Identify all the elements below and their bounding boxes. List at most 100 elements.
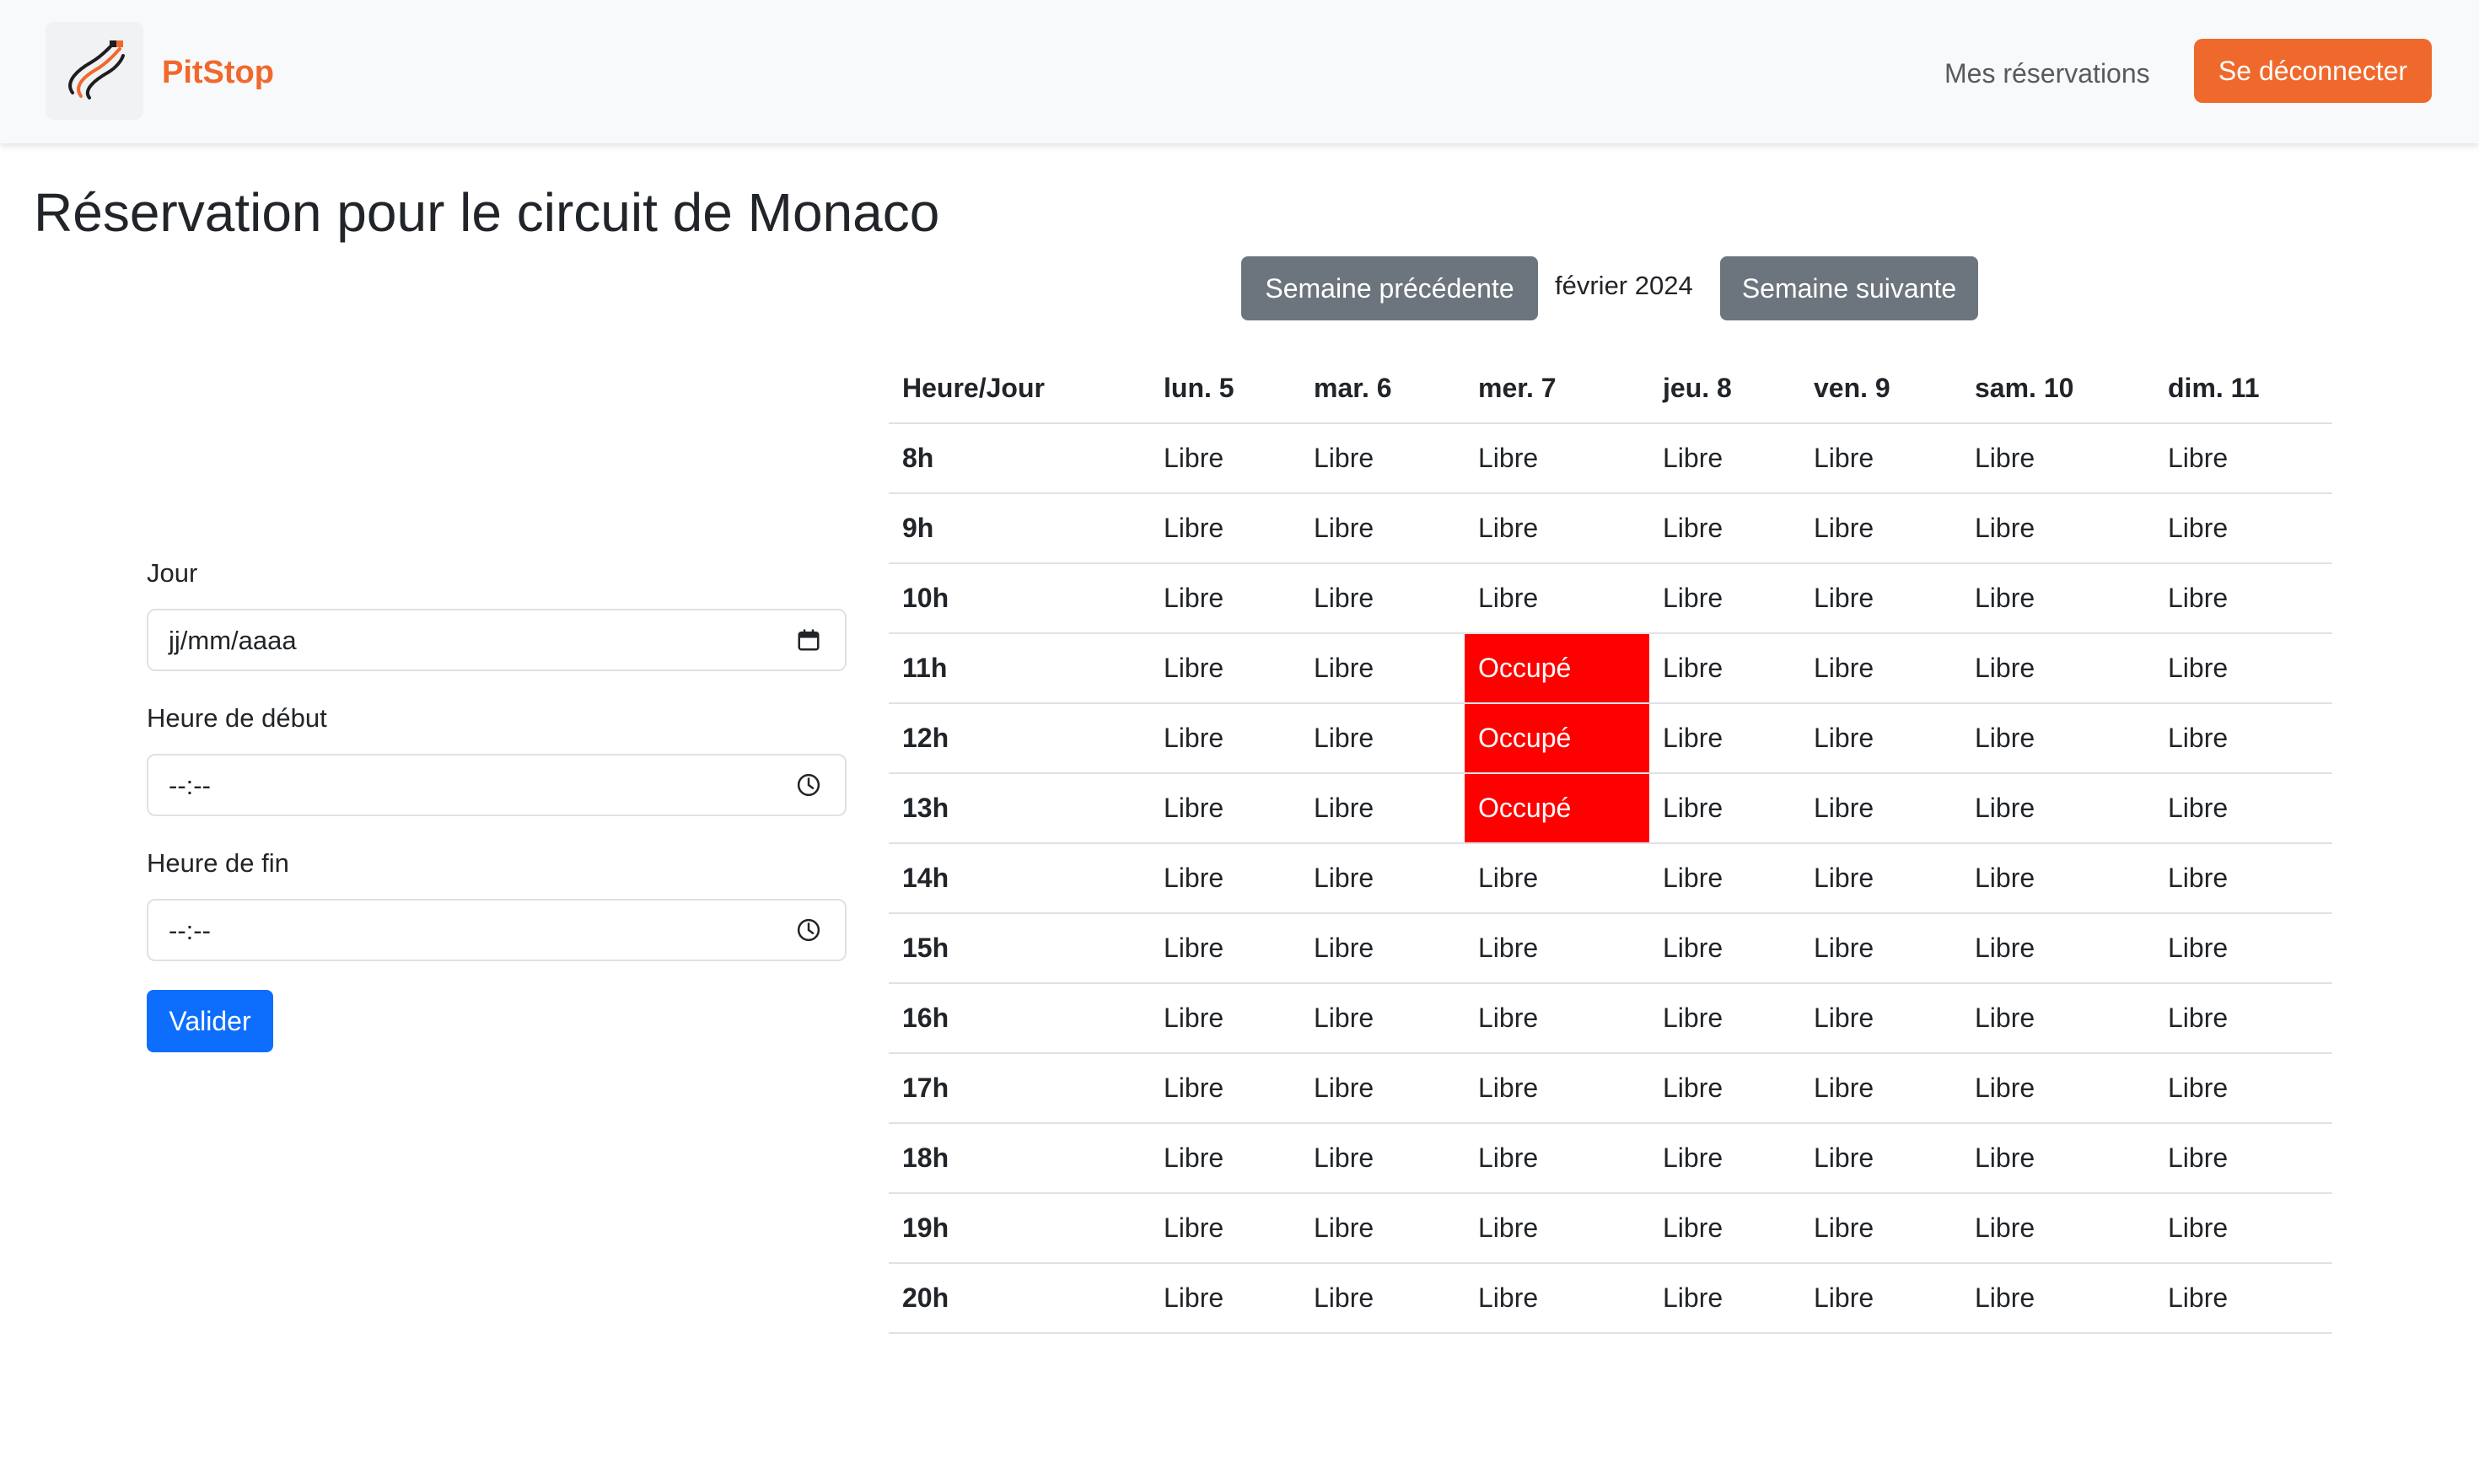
slot-free[interactable]: Libre — [1800, 843, 1961, 914]
slot-free[interactable]: Libre — [1300, 843, 1465, 914]
slot-free[interactable]: Libre — [1465, 563, 1649, 634]
slot-free[interactable]: Libre — [1150, 1123, 1300, 1194]
slot-free[interactable]: Libre — [1150, 493, 1300, 564]
slot-free[interactable]: Libre — [1649, 843, 1800, 914]
day-date-input[interactable]: jj/mm/aaaa — [147, 609, 847, 671]
slot-free[interactable]: Libre — [1465, 1193, 1649, 1264]
slot-free[interactable]: Libre — [1649, 1123, 1800, 1194]
slot-free[interactable]: Libre — [1465, 1053, 1649, 1124]
slot-free[interactable]: Libre — [1465, 843, 1649, 914]
clock-icon[interactable] — [796, 772, 821, 802]
slot-free[interactable]: Libre — [1800, 423, 1961, 494]
slot-free[interactable]: Libre — [1300, 633, 1465, 704]
slot-free[interactable]: Libre — [1649, 493, 1800, 564]
slot-free[interactable]: Libre — [1800, 563, 1961, 634]
slot-free[interactable]: Libre — [2154, 563, 2332, 634]
slot-free[interactable]: Libre — [1300, 1123, 1465, 1194]
slot-free[interactable]: Libre — [1300, 1263, 1465, 1334]
slot-free[interactable]: Libre — [1649, 913, 1800, 984]
slot-free[interactable]: Libre — [1649, 563, 1800, 634]
brand-name[interactable]: PitStop — [162, 52, 274, 93]
slot-free[interactable]: Libre — [1300, 493, 1465, 564]
previous-week-button[interactable]: Semaine précédente — [1241, 256, 1538, 320]
slot-free[interactable]: Libre — [1649, 773, 1800, 844]
slot-free[interactable]: Libre — [1300, 423, 1465, 494]
slot-free[interactable]: Libre — [1150, 983, 1300, 1054]
slot-free[interactable]: Libre — [1961, 1263, 2154, 1334]
slot-free[interactable]: Libre — [1150, 1053, 1300, 1124]
slot-free[interactable]: Libre — [1961, 773, 2154, 844]
slot-free[interactable]: Libre — [1300, 1193, 1465, 1264]
calendar-icon[interactable] — [796, 627, 821, 657]
slot-free[interactable]: Libre — [1961, 423, 2154, 494]
slot-free[interactable]: Libre — [1649, 633, 1800, 704]
slot-free[interactable]: Libre — [1800, 703, 1961, 774]
slot-free[interactable]: Libre — [2154, 773, 2332, 844]
slot-busy[interactable]: Occupé — [1465, 633, 1649, 704]
slot-free[interactable]: Libre — [1961, 983, 2154, 1054]
logout-button[interactable]: Se déconnecter — [2194, 39, 2432, 103]
slot-free[interactable]: Libre — [1300, 703, 1465, 774]
slot-free[interactable]: Libre — [1800, 1053, 1961, 1124]
slot-free[interactable]: Libre — [1300, 563, 1465, 634]
slot-free[interactable]: Libre — [1649, 703, 1800, 774]
slot-free[interactable]: Libre — [1465, 493, 1649, 564]
slot-free[interactable]: Libre — [1800, 633, 1961, 704]
slot-free[interactable]: Libre — [1300, 983, 1465, 1054]
slot-free[interactable]: Libre — [1800, 913, 1961, 984]
slot-free[interactable]: Libre — [2154, 983, 2332, 1054]
slot-free[interactable]: Libre — [1150, 703, 1300, 774]
slot-free[interactable]: Libre — [1800, 1193, 1961, 1264]
slot-free[interactable]: Libre — [1465, 913, 1649, 984]
submit-button[interactable]: Valider — [147, 990, 273, 1052]
slot-free[interactable]: Libre — [1800, 1263, 1961, 1334]
slot-free[interactable]: Libre — [1649, 1263, 1800, 1334]
slot-free[interactable]: Libre — [1150, 1193, 1300, 1264]
slot-free[interactable]: Libre — [1800, 493, 1961, 564]
slot-free[interactable]: Libre — [2154, 1193, 2332, 1264]
slot-free[interactable]: Libre — [1961, 563, 2154, 634]
racing-track-logo-icon[interactable] — [46, 22, 143, 120]
slot-free[interactable]: Libre — [1465, 423, 1649, 494]
clock-icon[interactable] — [796, 917, 821, 947]
slot-free[interactable]: Libre — [2154, 913, 2332, 984]
slot-free[interactable]: Libre — [1961, 913, 2154, 984]
slot-free[interactable]: Libre — [1649, 1053, 1800, 1124]
slot-free[interactable]: Libre — [2154, 843, 2332, 914]
slot-free[interactable]: Libre — [1800, 773, 1961, 844]
slot-free[interactable]: Libre — [1300, 773, 1465, 844]
slot-free[interactable]: Libre — [1961, 1053, 2154, 1124]
slot-free[interactable]: Libre — [1649, 983, 1800, 1054]
next-week-button[interactable]: Semaine suivante — [1720, 256, 1978, 320]
slot-free[interactable]: Libre — [1961, 1123, 2154, 1194]
slot-free[interactable]: Libre — [2154, 423, 2332, 494]
slot-free[interactable]: Libre — [2154, 633, 2332, 704]
slot-free[interactable]: Libre — [1150, 843, 1300, 914]
slot-free[interactable]: Libre — [1961, 703, 2154, 774]
slot-free[interactable]: Libre — [1465, 1123, 1649, 1194]
slot-free[interactable]: Libre — [1150, 773, 1300, 844]
slot-free[interactable]: Libre — [2154, 1263, 2332, 1334]
slot-free[interactable]: Libre — [1800, 1123, 1961, 1194]
slot-free[interactable]: Libre — [2154, 493, 2332, 564]
my-reservations-link[interactable]: Mes réservations — [1944, 56, 2150, 91]
slot-free[interactable]: Libre — [1300, 913, 1465, 984]
slot-free[interactable]: Libre — [1961, 633, 2154, 704]
slot-free[interactable]: Libre — [1961, 843, 2154, 914]
slot-free[interactable]: Libre — [2154, 1123, 2332, 1194]
slot-free[interactable]: Libre — [1150, 563, 1300, 634]
slot-busy[interactable]: Occupé — [1465, 703, 1649, 774]
slot-free[interactable]: Libre — [1649, 1193, 1800, 1264]
slot-free[interactable]: Libre — [1465, 1263, 1649, 1334]
start-time-input[interactable]: --:-- — [147, 754, 847, 816]
slot-free[interactable]: Libre — [1150, 633, 1300, 704]
slot-free[interactable]: Libre — [2154, 703, 2332, 774]
slot-free[interactable]: Libre — [1961, 1193, 2154, 1264]
slot-free[interactable]: Libre — [1300, 1053, 1465, 1124]
slot-free[interactable]: Libre — [1150, 1263, 1300, 1334]
slot-free[interactable]: Libre — [1150, 913, 1300, 984]
slot-free[interactable]: Libre — [2154, 1053, 2332, 1124]
slot-free[interactable]: Libre — [1465, 983, 1649, 1054]
slot-busy[interactable]: Occupé — [1465, 773, 1649, 844]
slot-free[interactable]: Libre — [1961, 493, 2154, 564]
